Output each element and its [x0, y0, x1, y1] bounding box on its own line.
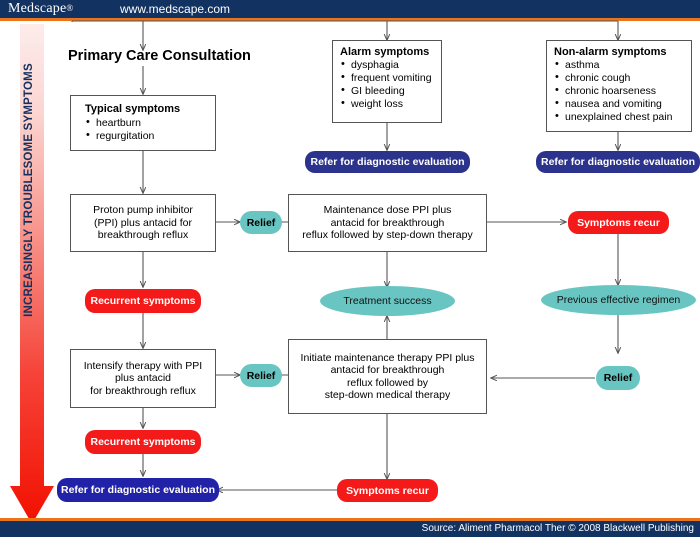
relief-pill-3[interactable]: Relief [596, 366, 640, 390]
list-item: dysphagia [340, 58, 434, 72]
ppi-initial-line-1: Proton pump inhibitor [93, 204, 193, 217]
maintenance-line-2: antacid for breakthrough [330, 216, 445, 229]
typical-symptoms-list: heartburn regurgitation [85, 116, 207, 143]
list-item: heartburn [85, 116, 207, 130]
alarm-symptoms-list: dysphagia frequent vomiting GI bleeding … [340, 58, 434, 111]
intensify-therapy-box: Intensify therapy with PPI plus antacid … [70, 349, 216, 408]
maintenance-line-1: Maintenance dose PPI plus [323, 204, 452, 217]
typical-symptoms-box: Typical symptoms heartburn regurgitation [70, 95, 216, 151]
list-item: regurgitation [85, 129, 207, 143]
intensify-line-1: Intensify therapy with PPI [83, 359, 203, 372]
non-alarm-symptoms-heading: Non-alarm symptoms [554, 46, 667, 58]
ppi-initial-line-3: breakthrough reflux [97, 229, 189, 242]
initiate-line-4: step-down medical therapy [324, 389, 451, 401]
list-item: chronic cough [554, 71, 684, 85]
flowchart-page: Medscape® www.medscape.com INCREASINGLY … [0, 0, 700, 537]
recurrent-symptoms-pill-2[interactable]: Recurrent symptoms [85, 430, 201, 454]
initiate-line-2: antacid for breakthrough [330, 364, 445, 376]
page-title: Primary Care Consultation [68, 48, 251, 64]
list-item: GI bleeding [340, 84, 434, 98]
relief-pill-1[interactable]: Relief [240, 211, 282, 234]
list-item: nausea and vomiting [554, 97, 684, 111]
alarm-symptoms-box: Alarm symptoms dysphagia frequent vomiti… [332, 40, 442, 123]
symptoms-recur-pill-1[interactable]: Symptoms recur [568, 211, 669, 234]
initiate-line-1: Initiate maintenance therapy PPI plus [300, 351, 475, 364]
initiate-maintenance-box: Initiate maintenance therapy PPI plus an… [288, 339, 487, 414]
relief-pill-2[interactable]: Relief [240, 364, 282, 387]
refer-non-alarm-pill[interactable]: Refer for diagnostic evaluation [536, 151, 700, 173]
non-alarm-symptoms-box: Non-alarm symptoms asthma chronic cough … [546, 40, 692, 132]
source-credit: Source: Aliment Pharmacol Ther © 2008 Bl… [421, 523, 694, 534]
treatment-success-ellipse[interactable]: Treatment success [320, 286, 455, 316]
recurrent-symptoms-pill-1[interactable]: Recurrent symptoms [85, 289, 201, 313]
maintenance-dose-box: Maintenance dose PPI plus antacid for br… [288, 194, 487, 252]
ppi-initial-box: Proton pump inhibitor (PPI) plus antacid… [70, 194, 216, 252]
refer-final-pill[interactable]: Refer for diagnostic evaluation [57, 478, 219, 502]
refer-alarm-pill[interactable]: Refer for diagnostic evaluation [305, 151, 470, 173]
maintenance-line-3: reflux followed by step-down therapy [302, 229, 473, 242]
list-item: chronic hoarseness [554, 84, 684, 98]
alarm-symptoms-heading: Alarm symptoms [340, 46, 430, 58]
ppi-initial-line-2: (PPI) plus antacid for [93, 216, 193, 229]
list-item: weight loss [340, 97, 434, 111]
typical-symptoms-heading: Typical symptoms [85, 103, 181, 115]
intensify-line-3: for breakthrough reflux [90, 384, 196, 397]
list-item: frequent vomiting [340, 71, 434, 85]
non-alarm-symptoms-list: asthma chronic cough chronic hoarseness … [554, 58, 684, 124]
initiate-line-3: reflux followed by [346, 376, 429, 389]
symptoms-recur-pill-2[interactable]: Symptoms recur [337, 479, 438, 502]
previous-effective-regimen-ellipse[interactable]: Previous effective regimen [541, 285, 696, 315]
list-item: unexplained chest pain [554, 110, 684, 124]
list-item: asthma [554, 58, 684, 72]
intensify-line-2: plus antacid [114, 372, 172, 385]
